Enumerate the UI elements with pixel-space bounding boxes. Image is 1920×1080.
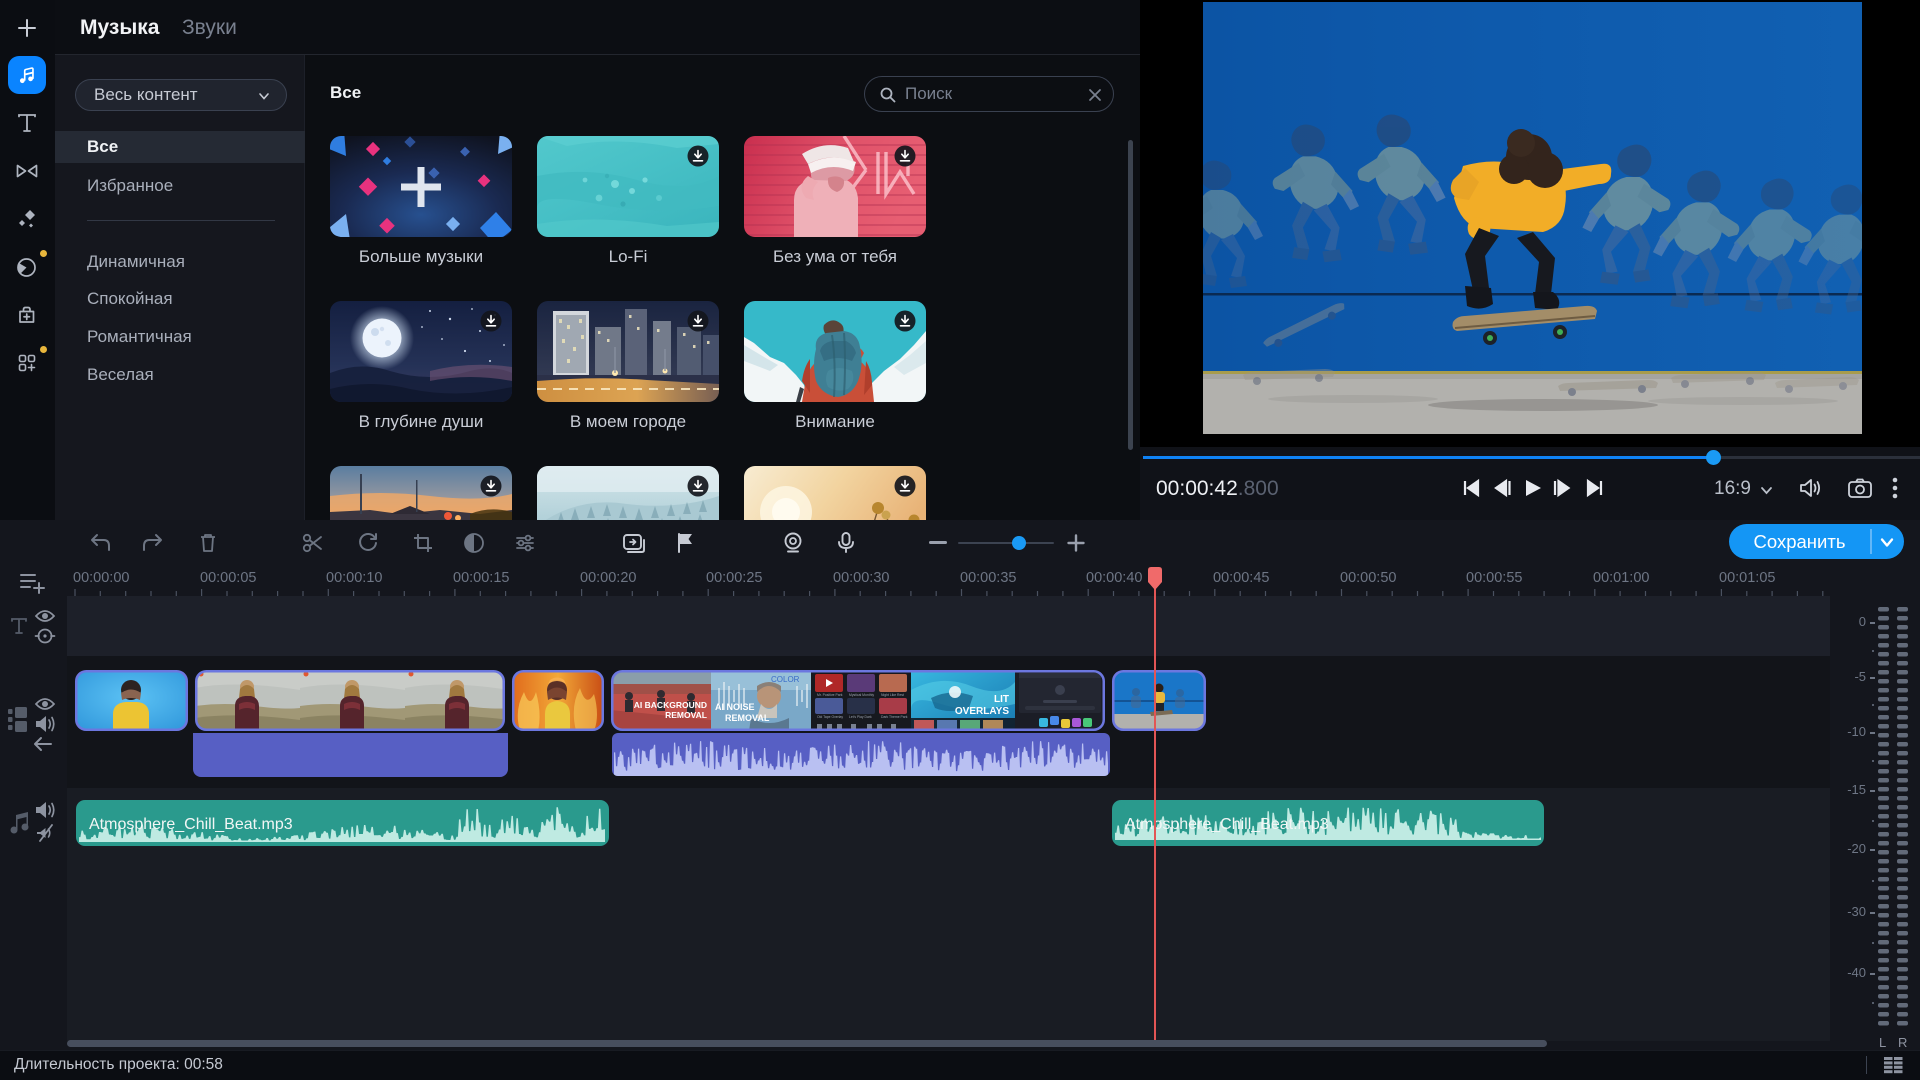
svg-text:REMOVAL: REMOVAL — [665, 710, 707, 720]
svg-text:Old Tape Overlay: Old Tape Overlay — [817, 715, 843, 719]
svg-text:Night Like Rest: Night Like Rest — [881, 693, 904, 697]
svg-text:COLOR: COLOR — [771, 675, 800, 684]
svg-text:LIT: LIT — [994, 694, 1009, 705]
svg-text:REMOVAL: REMOVAL — [725, 713, 770, 723]
svg-text:AI NOISE: AI NOISE — [715, 702, 755, 712]
svg-text:Mystical Monthly: Mystical Monthly — [849, 693, 874, 697]
svg-text:OVERLAYS: OVERLAYS — [955, 706, 1009, 717]
svg-text:Let's Play Dark: Let's Play Dark — [849, 715, 872, 719]
svg-text:Dark Theme Park: Dark Theme Park — [881, 715, 908, 719]
svg-text:AI BACKGROUND: AI BACKGROUND — [634, 700, 707, 710]
svg-text:Mr. Positive Park: Mr. Positive Park — [817, 693, 843, 697]
svg-text:Atmosphere_Chill_Beat.mp3: Atmosphere_Chill_Beat.mp3 — [89, 816, 293, 833]
